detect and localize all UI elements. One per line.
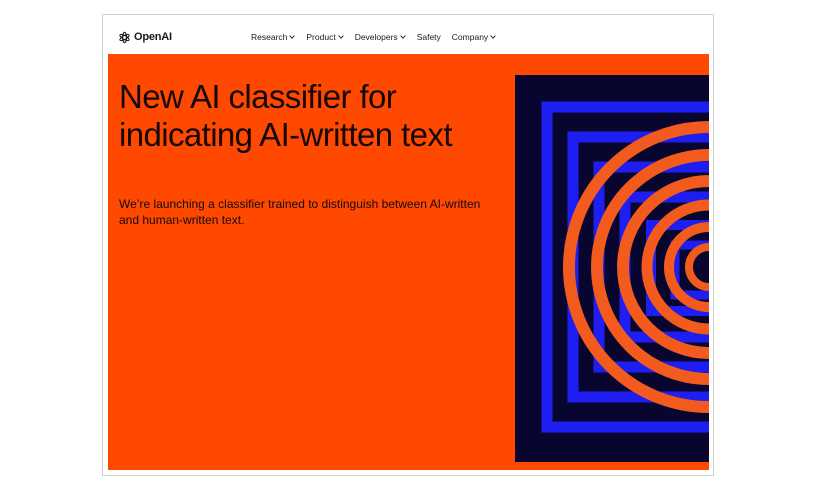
nav-research-label: Research [251, 32, 288, 42]
site-header: OpenAI Research Product Developers Safet… [108, 20, 709, 54]
page-subtitle: We’re launching a classifier trained to … [119, 197, 481, 227]
chevron-down-icon [490, 35, 496, 39]
nav-developers[interactable]: Developers [355, 32, 406, 42]
openai-logo-icon [119, 31, 130, 43]
chevron-down-icon [289, 35, 296, 39]
hero-section: New AI classifier for indicating AI-writ… [108, 54, 709, 470]
nav-developers-label: Developers [354, 32, 398, 42]
openai-logo-link[interactable]: OpenAI [118, 29, 172, 45]
nav-research[interactable]: Research [251, 32, 296, 42]
browser-frame: OpenAI Research Product Developers Safet… [102, 14, 714, 476]
logo-text: OpenAI [134, 31, 172, 43]
nav-safety-label: Safety [416, 32, 441, 42]
chevron-down-icon [337, 35, 344, 39]
main-nav: Research Product Developers Safety Compa… [251, 20, 496, 54]
hero-artwork [515, 75, 709, 462]
nav-company[interactable]: Company [452, 32, 496, 42]
nav-product[interactable]: Product [306, 32, 344, 42]
nav-company-label: Company [451, 32, 489, 42]
chevron-down-icon [399, 35, 406, 39]
nav-product-label: Product [306, 32, 336, 42]
page-title: New AI classifier for indicating AI-writ… [119, 78, 453, 153]
nav-safety[interactable]: Safety [417, 32, 441, 42]
